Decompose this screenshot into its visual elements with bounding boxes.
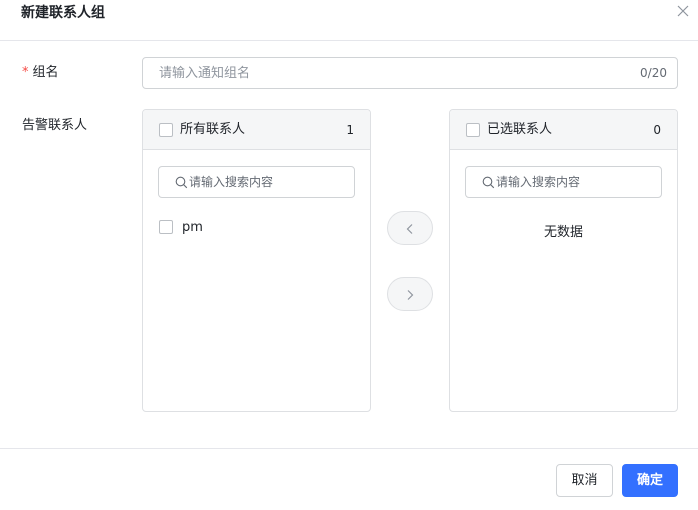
all-contacts-search-input[interactable] — [189, 168, 349, 196]
all-contacts-title: 所有联系人 — [180, 122, 246, 137]
char-counter: 0/20 — [640, 66, 667, 80]
all-contacts-panel: 所有联系人 1 pm — [142, 109, 371, 412]
all-contacts-search-box — [158, 166, 355, 198]
contact-label: pm — [182, 220, 203, 235]
group-name-input[interactable] — [144, 59, 624, 87]
contact-checkbox[interactable] — [159, 220, 173, 234]
all-contacts-header: 所有联系人 1 — [143, 110, 370, 150]
dialog-title: 新建联系人组 — [21, 5, 105, 21]
chevron-right-icon — [407, 290, 414, 300]
selected-contacts-count: 0 — [653, 123, 661, 137]
required-mark: * — [22, 65, 29, 80]
selected-contacts-header: 已选联系人 0 — [450, 110, 677, 150]
dialog-header: 新建联系人组 — [0, 0, 698, 41]
close-icon[interactable] — [676, 4, 690, 18]
all-contacts-count: 1 — [346, 123, 354, 137]
group-name-label-text: 组名 — [32, 65, 59, 80]
selected-contacts-search-box — [465, 166, 662, 198]
select-all-contacts-checkbox[interactable] — [159, 123, 173, 137]
list-item[interactable]: pm — [158, 218, 355, 238]
search-icon — [175, 176, 188, 189]
empty-state-text: 无数据 — [543, 225, 583, 240]
selected-contacts-panel: 已选联系人 0 无数据 — [449, 109, 678, 412]
new-contact-group-dialog: 新建联系人组 *组名 0/20 告警联系人 所有联系人 1 p — [0, 0, 698, 510]
confirm-button[interactable]: 确定 — [622, 464, 678, 497]
group-name-field: 0/20 — [142, 57, 678, 89]
search-icon — [482, 176, 495, 189]
chevron-left-icon — [406, 224, 413, 234]
footer-divider — [0, 448, 698, 449]
select-all-selected-checkbox[interactable] — [466, 123, 480, 137]
move-to-left-button[interactable] — [387, 211, 433, 245]
group-name-label: * 组名 — [22, 64, 59, 82]
move-to-right-button[interactable] — [387, 277, 433, 311]
selected-contacts-title: 已选联系人 — [487, 122, 553, 137]
alert-contacts-label: 告警联系人 — [22, 118, 88, 133]
cancel-button[interactable]: 取消 — [556, 464, 613, 497]
selected-contacts-search-input[interactable] — [496, 168, 656, 196]
